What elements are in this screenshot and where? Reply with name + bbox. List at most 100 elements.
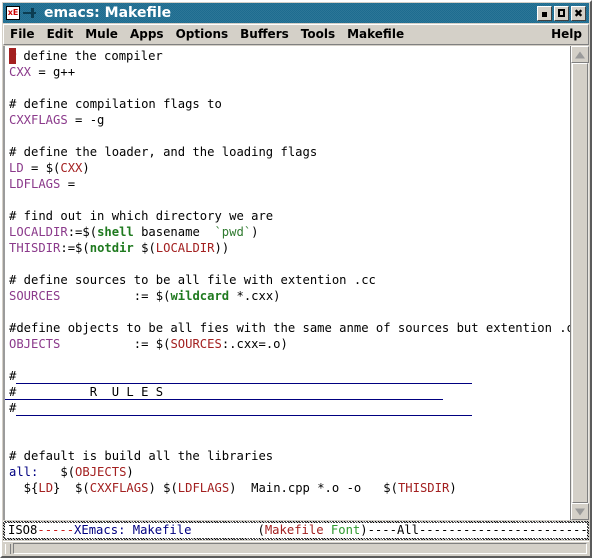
menu-item-makefile[interactable]: Makefile [341, 25, 410, 44]
source-token: ) [126, 465, 134, 479]
separator-rule [16, 368, 473, 384]
source-token: # define the loader, and the loading fla… [9, 145, 318, 159]
menu-item-options[interactable]: Options [170, 25, 235, 44]
modeline-coding-system: ISO8 [8, 523, 38, 537]
scrollbar-thumb[interactable] [572, 63, 588, 503]
source-token: `pwd` [214, 225, 252, 239]
modeline-minor-mode: Font [330, 523, 361, 537]
vertical-scrollbar[interactable] [570, 46, 589, 520]
modeline-dashes-mid: ---- [367, 523, 397, 537]
source-token: LD [9, 161, 24, 175]
source-token: # define sources to be all file with ext… [9, 273, 376, 287]
menu-item-tools[interactable]: Tools [295, 25, 341, 44]
menu-item-mule[interactable]: Mule [79, 25, 124, 44]
source-token: THISDIR [397, 481, 450, 495]
source-line [9, 256, 570, 272]
modeline-gap [191, 523, 257, 538]
source-token: ) [251, 225, 259, 239]
source-token: *.cxx) [229, 289, 281, 303]
source-token: LDFLAGS [9, 177, 61, 191]
menu-item-help[interactable]: Help [545, 25, 588, 44]
makefile-source-text[interactable]: # define the compiler CXX = g++ # define c… [5, 48, 570, 520]
source-token: basename [133, 225, 215, 239]
window-controls: ✖ [537, 5, 586, 21]
source-token: = [60, 177, 76, 191]
scroll-up-button[interactable] [571, 46, 589, 63]
source-line [9, 192, 570, 208]
separator-rule [16, 400, 473, 416]
source-token: #define objects to be all fies with the … [9, 321, 570, 335]
source-token: ) [449, 481, 457, 495]
window-title: emacs: Makefile [44, 5, 172, 21]
source-token: :=$( [60, 241, 90, 255]
source-token: ${ [9, 481, 39, 495]
source-line: ${LD} $(CXXFLAGS) $(LDFLAGS) Main.cpp *.… [9, 480, 570, 496]
pushpin-icon[interactable] [22, 5, 38, 21]
source-token: ) $( [148, 481, 178, 495]
buffer-text-pane[interactable]: # define the compiler CXX = g++ # define c… [3, 46, 570, 520]
source-token: # [9, 369, 17, 383]
menubar: File Edit Mule Apps Options Buffers Tool… [3, 24, 589, 45]
menu-item-edit[interactable]: Edit [41, 25, 80, 44]
source-line: # default is build all the libraries [9, 448, 570, 464]
source-line [9, 496, 570, 512]
menu-item-buffers[interactable]: Buffers [234, 25, 295, 44]
source-line: # R U L E S [5, 384, 570, 400]
window-bottom-strip [3, 541, 589, 555]
scroll-up-icon [575, 51, 585, 58]
window-titlebar[interactable]: xE emacs: Makefile ✖ [3, 3, 589, 23]
source-token: LD [38, 481, 54, 495]
source-token: LOCALDIR [155, 241, 215, 255]
menu-item-file[interactable]: File [4, 25, 41, 44]
source-line: CXX = g++ [9, 64, 570, 80]
source-token: = g++ [31, 65, 76, 79]
source-token: SOURCES [9, 289, 61, 303]
source-token: define the compiler [16, 49, 163, 63]
source-line: # define compilation flags to [9, 96, 570, 112]
source-line: THISDIR:=$(notdir $(LOCALDIR)) [9, 240, 570, 256]
source-token: CXXFLAGS [89, 481, 149, 495]
separator-underline [5, 388, 444, 400]
source-token: )) [214, 241, 230, 255]
minimize-icon [542, 11, 547, 17]
source-line: # define the compiler [9, 48, 570, 64]
separator-rule [5, 384, 444, 400]
separator-underline [16, 372, 473, 384]
source-token: all: [9, 465, 39, 479]
modeline-paren-open: ( [257, 523, 265, 537]
source-token: ) Main.cpp *.o -o $( [229, 481, 398, 495]
bottom-strip-inset [13, 543, 587, 554]
source-line: # [9, 400, 570, 416]
maximize-button[interactable] [554, 5, 569, 21]
source-line [9, 512, 570, 520]
source-line: # find out in which directory we are [9, 208, 570, 224]
source-line: # define sources to be all file with ext… [9, 272, 570, 288]
source-token: # find out in which directory we are [9, 209, 274, 223]
scrollbar-track[interactable] [571, 63, 589, 503]
source-token: = -g [67, 113, 105, 127]
buffer-area: # define the compiler CXX = g++ # define c… [3, 46, 589, 520]
minimize-button[interactable] [537, 5, 552, 21]
source-token: CXXFLAGS [9, 113, 68, 127]
source-token: notdir [89, 241, 134, 255]
source-token: = $( [23, 161, 61, 175]
maximize-icon [558, 8, 565, 17]
xemacs-icon-label: xE [6, 6, 20, 20]
source-line: OBJECTS := $(SOURCES:.cxx=.o) [9, 336, 570, 352]
source-line: LDFLAGS = [9, 176, 570, 192]
source-token: } $( [53, 481, 90, 495]
emacs-window: xE emacs: Makefile ✖ File Edit Mule Apps [0, 0, 592, 558]
close-icon: ✖ [573, 6, 584, 20]
modeline-mode-space [324, 523, 331, 538]
modeline-buffer-name: XEmacs: Makefile [74, 523, 192, 537]
close-button[interactable]: ✖ [571, 5, 586, 21]
scroll-down-button[interactable] [571, 503, 589, 520]
source-token: # [9, 48, 17, 64]
source-line: # [9, 368, 570, 384]
menu-item-apps[interactable]: Apps [124, 25, 170, 44]
source-token: OBJECTS [75, 465, 127, 479]
source-token: $( [38, 465, 76, 479]
resize-grip[interactable] [5, 543, 11, 554]
source-line [9, 416, 570, 432]
source-token: CXX [9, 65, 32, 79]
